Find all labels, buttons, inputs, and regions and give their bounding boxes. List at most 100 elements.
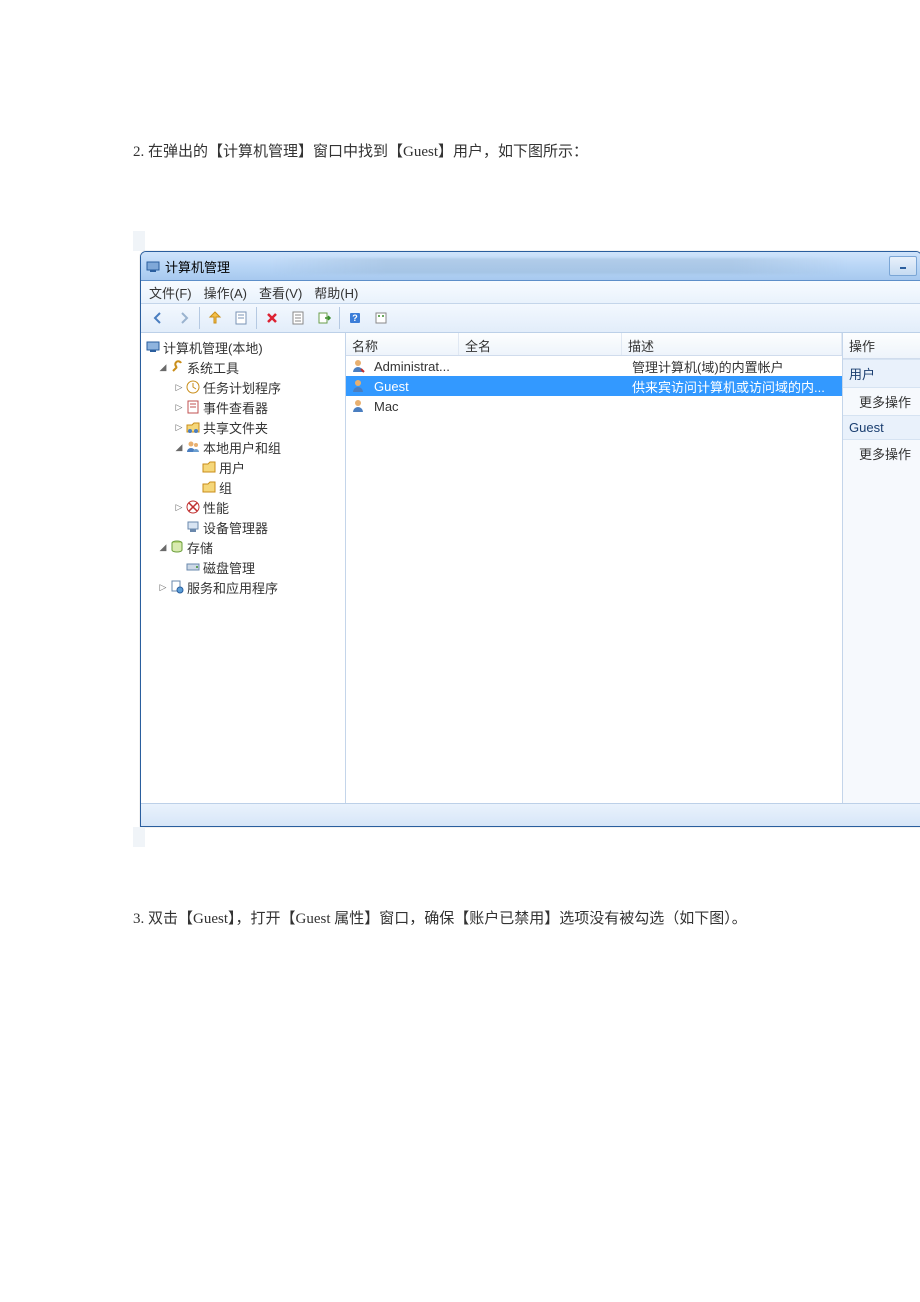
minimize-button[interactable]	[889, 256, 917, 276]
menu-view[interactable]: 查看(V)	[259, 283, 302, 302]
user-icon	[350, 398, 366, 414]
expand-icon[interactable]: ▷	[173, 382, 185, 393]
back-button[interactable]	[146, 306, 170, 330]
action-section-guest: Guest	[843, 415, 920, 440]
svg-text:?: ?	[352, 313, 358, 323]
cell-desc: 供来宾访问计算机或访问域的内...	[626, 377, 842, 396]
cell-name: Guest	[368, 379, 464, 394]
list-header[interactable]: 名称 全名 描述	[346, 333, 842, 356]
step3-text: 3. 双击【Guest】，打开【Guest 属性】窗口，确保【账户已禁用】选项没…	[133, 907, 880, 928]
action-more-guest[interactable]: 更多操作	[843, 440, 920, 467]
tree-storage-label: 存储	[187, 538, 213, 557]
tree-local-label: 本地用户和组	[203, 438, 281, 457]
properties-button[interactable]	[229, 306, 253, 330]
app-icon	[145, 258, 161, 274]
tree-diskmgr-label: 磁盘管理	[203, 558, 255, 577]
cell-name: Mac	[368, 399, 464, 414]
col-desc[interactable]: 描述	[622, 333, 842, 355]
tree-event[interactable]: ▷ 事件查看器	[143, 397, 343, 417]
computer-management-window: 计算机管理 文件(F) 操作(A) 查看(V) 帮助(H)	[140, 251, 920, 827]
list-button[interactable]	[286, 306, 310, 330]
services-icon	[169, 579, 185, 595]
expand-icon[interactable]: ▷	[173, 502, 185, 513]
perf-icon	[185, 499, 201, 515]
col-fullname[interactable]: 全名	[459, 333, 622, 355]
tree-services[interactable]: ▷ 服务和应用程序	[143, 577, 343, 597]
toolbar-sep3	[339, 307, 340, 329]
menubar: 文件(F) 操作(A) 查看(V) 帮助(H)	[141, 281, 920, 304]
tree-task-label: 任务计划程序	[203, 378, 281, 397]
forward-button[interactable]	[172, 306, 196, 330]
event-icon	[185, 399, 201, 415]
list-row[interactable]: Administrat... 管理计算机(域)的内置帐户	[346, 356, 842, 376]
menu-help[interactable]: 帮助(H)	[314, 283, 358, 302]
up-button[interactable]	[203, 306, 227, 330]
collapse-icon[interactable]: ◢	[157, 362, 169, 373]
expand-icon[interactable]: ▷	[173, 422, 185, 433]
list-pane: 名称 全名 描述 Administrat... 管理计算机(域)的内置帐户 Gu…	[346, 333, 843, 803]
window-title: 计算机管理	[165, 257, 230, 276]
padding	[133, 231, 145, 251]
step2-text: 2. 在弹出的【计算机管理】窗口中找到【Guest】用户，如下图所示：	[133, 140, 880, 161]
expand-icon[interactable]: ▷	[173, 402, 185, 413]
export-button[interactable]	[312, 306, 336, 330]
tools-icon	[169, 359, 185, 375]
delete-button[interactable]	[260, 306, 284, 330]
tree-task[interactable]: ▷ 任务计划程序	[143, 377, 343, 397]
action-header: 操作	[843, 333, 920, 359]
tree-local[interactable]: ◢ 本地用户和组	[143, 437, 343, 457]
col-name[interactable]: 名称	[346, 333, 459, 355]
list-row-selected[interactable]: Guest 供来宾访问计算机或访问域的内...	[346, 376, 842, 396]
tree-devmgr[interactable]: 设备管理器	[143, 517, 343, 537]
refresh-button[interactable]	[369, 306, 393, 330]
cell-name: Administrat...	[368, 359, 464, 374]
computer-icon	[145, 339, 161, 355]
tree-tools-label: 系统工具	[187, 358, 239, 377]
tree-tools[interactable]: ◢ 系统工具	[143, 357, 343, 377]
user-icon	[350, 378, 366, 394]
toolbar: ?	[141, 304, 920, 333]
tree-perf-label: 性能	[203, 498, 229, 517]
user-icon	[350, 358, 366, 374]
storage-icon	[169, 539, 185, 555]
list-row[interactable]: Mac	[346, 396, 842, 416]
help-button[interactable]: ?	[343, 306, 367, 330]
collapse-icon[interactable]: ◢	[173, 442, 185, 453]
tree-groups[interactable]: 组	[143, 477, 343, 497]
padding	[133, 827, 145, 847]
tree-devmgr-label: 设备管理器	[203, 518, 268, 537]
tree-shared[interactable]: ▷ 共享文件夹	[143, 417, 343, 437]
tree-event-label: 事件查看器	[203, 398, 268, 417]
titlebar[interactable]: 计算机管理	[141, 252, 920, 281]
tree-services-label: 服务和应用程序	[187, 578, 278, 597]
tree-users[interactable]: 用户	[143, 457, 343, 477]
folder-icon	[201, 479, 217, 495]
folder-icon	[201, 459, 217, 475]
list-rows: Administrat... 管理计算机(域)的内置帐户 Guest 供来宾访问…	[346, 356, 842, 803]
toolbar-sep2	[256, 307, 257, 329]
tree-root-label: 计算机管理(本地)	[163, 338, 263, 357]
expand-icon[interactable]: ▷	[157, 582, 169, 593]
tree-shared-label: 共享文件夹	[203, 418, 268, 437]
toolbar-sep	[199, 307, 200, 329]
clock-icon	[185, 379, 201, 395]
action-section-users: 用户	[843, 359, 920, 388]
window-body: 计算机管理(本地) ◢ 系统工具 ▷ 任务计划程序 ▷ 事件查看器	[141, 333, 920, 803]
disk-icon	[185, 559, 201, 575]
menu-action[interactable]: 操作(A)	[204, 283, 247, 302]
cell-desc: 管理计算机(域)的内置帐户	[626, 357, 842, 376]
tree-root[interactable]: 计算机管理(本地)	[143, 337, 343, 357]
tree-storage[interactable]: ◢ 存储	[143, 537, 343, 557]
shared-icon	[185, 419, 201, 435]
tree-pane[interactable]: 计算机管理(本地) ◢ 系统工具 ▷ 任务计划程序 ▷ 事件查看器	[141, 333, 346, 803]
tree-perf[interactable]: ▷ 性能	[143, 497, 343, 517]
titlebar-blur	[270, 258, 847, 274]
tree-diskmgr[interactable]: 磁盘管理	[143, 557, 343, 577]
action-pane: 操作 用户 更多操作 Guest 更多操作	[843, 333, 920, 803]
action-more-users[interactable]: 更多操作	[843, 388, 920, 415]
menu-file[interactable]: 文件(F)	[149, 283, 192, 302]
collapse-icon[interactable]: ◢	[157, 542, 169, 553]
statusbar	[141, 803, 920, 826]
tree-groups-label: 组	[219, 478, 232, 497]
tree-users-label: 用户	[219, 458, 245, 477]
